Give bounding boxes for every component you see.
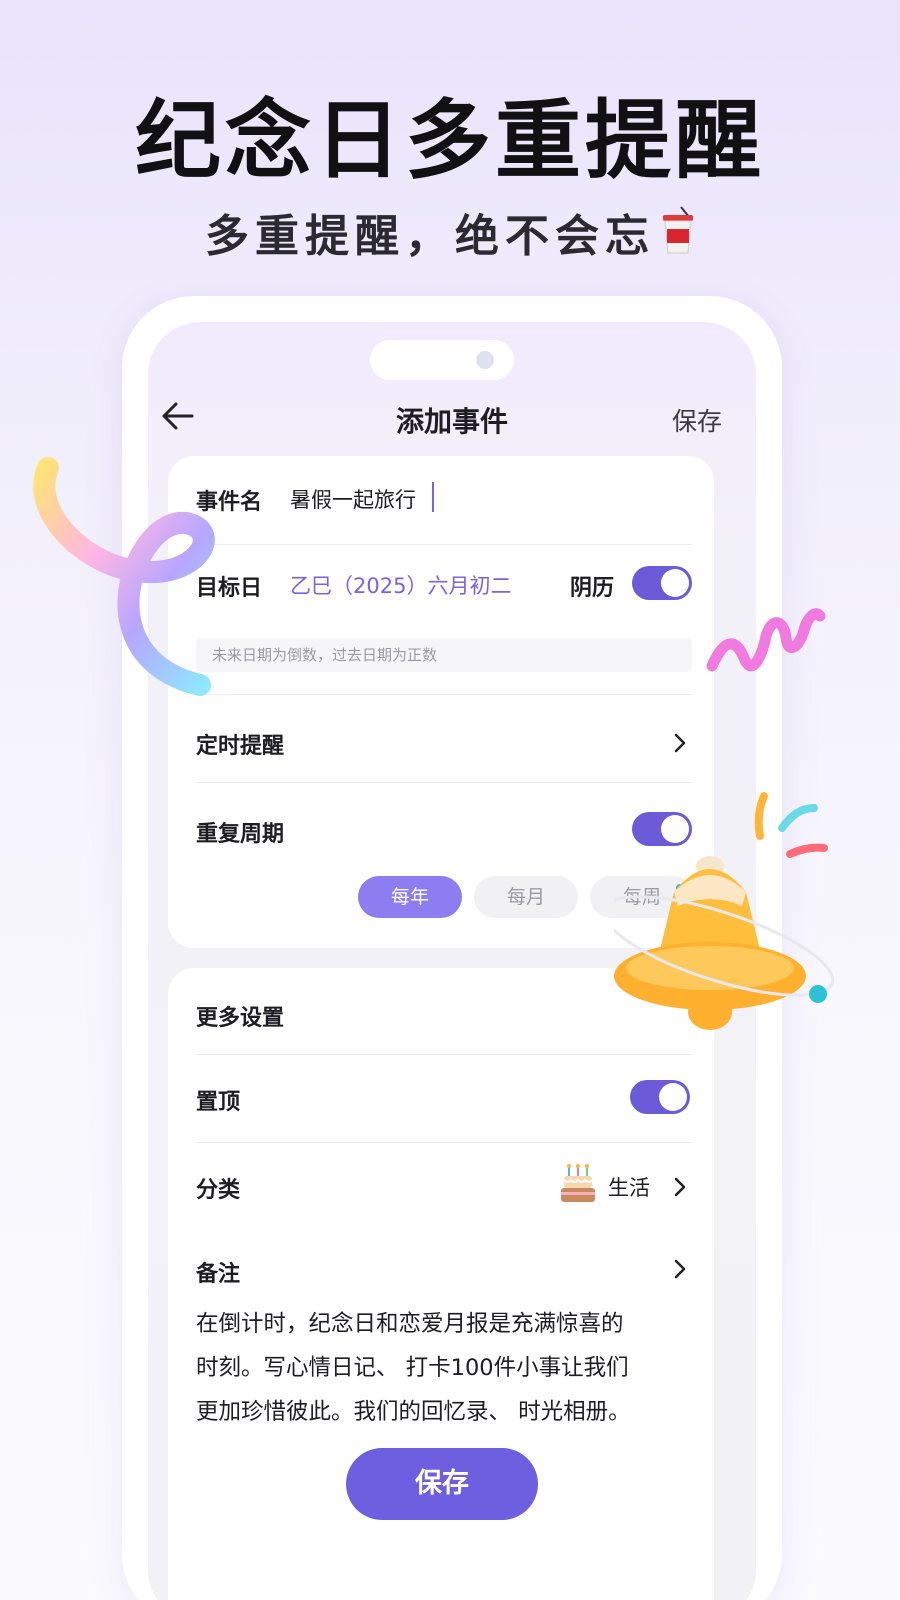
chevron-right-icon bbox=[674, 1177, 686, 1197]
repeat-option-monthly[interactable]: 每月 bbox=[474, 876, 578, 918]
arrow-left-icon bbox=[162, 402, 194, 430]
camera-dot bbox=[476, 351, 494, 369]
promo-headline: 纪念日多重提醒 bbox=[135, 91, 765, 191]
divider bbox=[196, 694, 692, 695]
category-value: 生活 bbox=[608, 1176, 650, 1200]
note-row[interactable]: 备注 bbox=[196, 1250, 692, 1290]
divider bbox=[196, 544, 692, 545]
save-button[interactable]: 保存 bbox=[346, 1448, 538, 1520]
header-save-button[interactable]: 保存 bbox=[672, 402, 722, 438]
event-name-input[interactable]: 暑假一起旅行 bbox=[290, 484, 416, 514]
pin-label: 置顶 bbox=[196, 1090, 241, 1115]
birthday-cake-icon bbox=[560, 1164, 596, 1208]
note-label: 备注 bbox=[196, 1262, 241, 1287]
pin-toggle[interactable] bbox=[630, 1080, 690, 1114]
target-date-value[interactable]: 乙巳（2025）六月初二 bbox=[290, 570, 511, 600]
category-label: 分类 bbox=[196, 1178, 241, 1203]
note-line: 时刻。写心情日记、 打卡100件小事让我们 bbox=[196, 1355, 629, 1381]
category-row[interactable]: 分类 生活 bbox=[196, 1162, 692, 1212]
dynamic-island bbox=[370, 340, 514, 380]
target-date-row: 目标日 乙巳（2025）六月初二 阴历 bbox=[196, 564, 692, 604]
timed-reminder-label: 定时提醒 bbox=[196, 734, 285, 759]
squiggle-decoration bbox=[706, 608, 826, 672]
bell-icon bbox=[614, 792, 835, 1030]
note-line: 在倒计时，纪念日和恋爱月报是充满惊喜的 bbox=[196, 1311, 624, 1337]
note-text[interactable]: 在倒计时，纪念日和恋爱月报是充满惊喜的 时刻。写心情日记、 打卡100件小事让我… bbox=[196, 1302, 696, 1434]
text-cursor bbox=[432, 482, 434, 512]
ribbon-decoration bbox=[33, 457, 215, 696]
repeat-option-yearly[interactable]: 每年 bbox=[358, 876, 462, 918]
drink-cup-icon bbox=[661, 205, 695, 266]
back-button[interactable] bbox=[160, 400, 200, 436]
event-name-row: 事件名 暑假一起旅行 bbox=[196, 482, 692, 518]
timed-reminder-row[interactable]: 定时提醒 bbox=[196, 714, 692, 770]
nav-bar: 添加事件 保存 bbox=[148, 394, 756, 442]
more-settings-label: 更多设置 bbox=[196, 1006, 285, 1031]
lunar-label: 阴历 bbox=[570, 576, 615, 601]
lunar-toggle[interactable] bbox=[632, 566, 692, 600]
toggle-knob bbox=[661, 569, 689, 597]
chevron-right-icon bbox=[674, 1259, 686, 1279]
pin-row: 置顶 bbox=[196, 1074, 692, 1124]
repeat-label: 重复周期 bbox=[196, 822, 285, 847]
promo-subline-text: 多重提醒，绝不会忘 bbox=[205, 211, 655, 262]
note-line: 更加珍惜彼此。我们的回忆录、 时光相册。 bbox=[196, 1399, 631, 1425]
date-hint-text: 未来日期为倒数，过去日期为正数 bbox=[212, 646, 438, 664]
chevron-right-icon bbox=[674, 733, 686, 753]
toggle-knob bbox=[659, 1083, 687, 1111]
promo-subline: 多重提醒，绝不会忘 bbox=[0, 200, 900, 266]
divider bbox=[196, 1142, 692, 1143]
page-title: 添加事件 bbox=[395, 405, 508, 438]
date-hint: 未来日期为倒数，过去日期为正数 bbox=[196, 638, 692, 672]
